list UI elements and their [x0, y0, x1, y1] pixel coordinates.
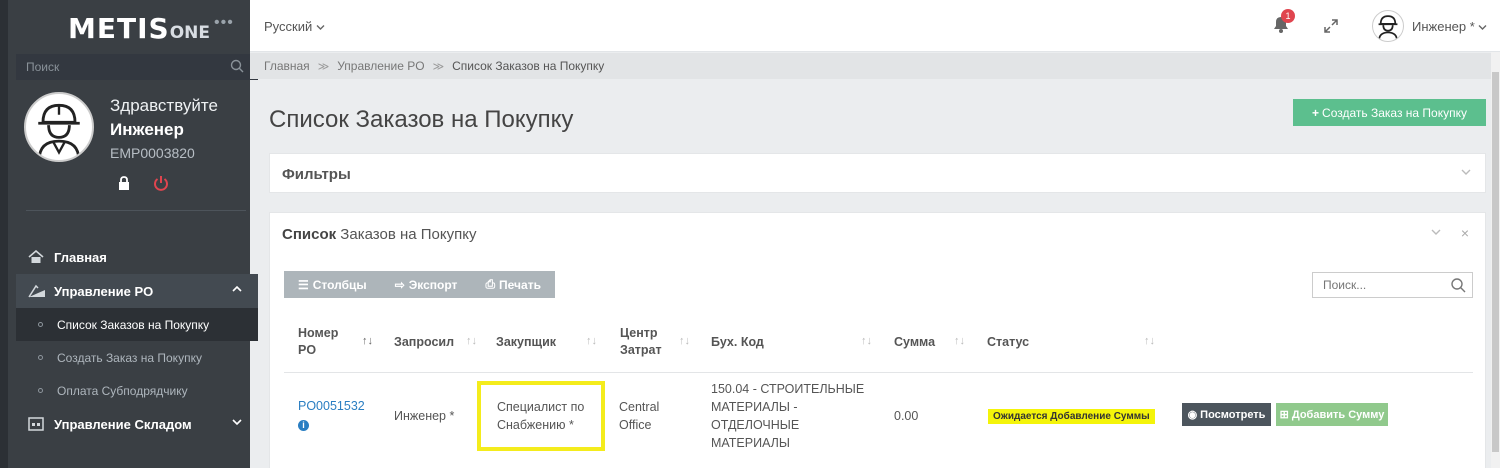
filters-title: Фильтры	[282, 166, 351, 183]
chevron-down-icon	[232, 419, 242, 426]
engineer-avatar-icon	[37, 103, 81, 160]
status-badge: Ожидается Добавление Суммы	[988, 409, 1155, 424]
close-icon[interactable]: ×	[1461, 225, 1469, 241]
create-po-button[interactable]: + Создать Заказ на Покупку	[1293, 99, 1486, 126]
warehouse-icon	[28, 417, 46, 431]
sort-icon[interactable]: ↑↓	[679, 335, 690, 347]
profile-card: Здравствуйте Инженер EMP0003820	[16, 84, 258, 214]
greeting: Здравствуйте	[110, 96, 218, 115]
filters-panel[interactable]: Фильтры	[269, 153, 1486, 193]
sidebar-item-label: Управление PO	[54, 283, 154, 299]
info-icon[interactable]: i	[298, 420, 309, 431]
sidebar-search-placeholder: Поиск	[26, 60, 60, 74]
header-po-number[interactable]: Номер PO	[298, 311, 344, 373]
sort-icon[interactable]: ↑↓	[954, 335, 965, 347]
table-row: PO0051532 i	[298, 397, 365, 433]
chevron-down-icon	[1478, 25, 1487, 30]
power-icon[interactable]	[153, 175, 169, 191]
sidebar-nav: Главная Управление PO Список Заказов на …	[16, 240, 258, 441]
export-icon: ⇨	[394, 277, 405, 292]
sidebar-item-warehouse[interactable]: Управление Складом	[16, 407, 258, 441]
sort-icon[interactable]: ↑↓	[861, 335, 872, 347]
notification-badge: 1	[1281, 9, 1295, 23]
chevron-down-icon[interactable]	[1431, 228, 1441, 236]
chevron-down-icon	[316, 25, 325, 30]
sidebar-item-label: Управление Складом	[54, 416, 192, 432]
breadcrumb: Главная ≫ Управление PO ≫ Список Заказов…	[250, 53, 1500, 79]
po-number-link[interactable]: PO0051532	[298, 399, 365, 413]
scrollbar-thumb[interactable]	[1492, 72, 1499, 452]
table-search-input[interactable]	[1313, 273, 1443, 297]
engineer-avatar-icon	[1378, 15, 1398, 41]
sidebar-item-home[interactable]: Главная	[16, 240, 258, 274]
profile-name: Инженер	[110, 120, 184, 139]
header-account-code[interactable]: Бух. Код	[711, 311, 764, 373]
sort-icon[interactable]: ↑↓	[466, 335, 477, 347]
search-icon[interactable]	[1451, 278, 1466, 293]
sort-icon[interactable]: ↑↓	[586, 335, 597, 347]
chevron-up-icon	[232, 285, 242, 292]
sidebar-subitem-create-po[interactable]: Создать Заказ на Покупку	[16, 341, 258, 374]
plus-square-icon: ⊞	[1279, 409, 1289, 421]
breadcrumb-home[interactable]: Главная	[264, 59, 310, 73]
sort-icon[interactable]: ↑↓	[362, 335, 373, 347]
header-status[interactable]: Статус	[987, 311, 1029, 373]
print-button[interactable]: ⎙ Печать	[471, 271, 555, 298]
employee-id: EMP0003820	[110, 145, 195, 161]
cell-cost-center: Central Office	[619, 400, 660, 432]
cell-requested-by: Инженер *	[394, 409, 455, 423]
breadcrumb-separator-icon: ≫	[432, 60, 445, 73]
buyer-highlight-box	[477, 381, 605, 451]
breadcrumb-po-management[interactable]: Управление PO	[337, 59, 424, 73]
language-selector[interactable]: Русский	[264, 19, 325, 34]
po-list-panel: Список Заказов на Покупку × ☰ Столбцы ⇨ Эк…	[269, 212, 1486, 468]
sidebar-search[interactable]: Поиск	[16, 54, 258, 80]
columns-icon: ☰	[298, 277, 309, 292]
chevron-down-icon[interactable]	[1461, 168, 1471, 176]
search-icon[interactable]	[230, 59, 244, 73]
page-title: Список Заказов на Покупку	[269, 106, 574, 133]
sidebar-subitem-po-list[interactable]: Список Заказов на Покупку	[16, 308, 258, 341]
table-toolbar: ☰ Столбцы ⇨ Экспорт ⎙ Печать	[284, 271, 555, 298]
header-buyer[interactable]: Закупщик	[496, 311, 556, 373]
cell-amount: 0.00	[894, 409, 919, 423]
view-button[interactable]: ◉ Посмотреть	[1182, 403, 1271, 426]
breadcrumb-separator-icon: ≫	[317, 60, 330, 73]
lock-icon[interactable]	[118, 176, 130, 190]
breadcrumb-current: Список Заказов на Покупку	[452, 59, 605, 73]
eye-icon: ◉	[1187, 409, 1198, 421]
header-requested-by[interactable]: Запросил	[394, 311, 454, 373]
user-menu[interactable]: Инженер *	[1412, 19, 1487, 34]
fullscreen-icon[interactable]	[1324, 19, 1338, 33]
home-icon	[28, 250, 46, 264]
plus-icon: +	[1312, 105, 1320, 120]
logo-bar: METISONE •••	[8, 0, 250, 52]
page-scrollbar[interactable]	[1491, 52, 1500, 468]
table-header: Номер PO ↑↓ Запросил ↑↓ Закупщик ↑↓ Цент…	[284, 311, 1473, 373]
user-avatar[interactable]	[1372, 10, 1404, 42]
export-button[interactable]: ⇨ Экспорт	[381, 271, 472, 298]
header-cost-center[interactable]: Центр Затрат	[620, 311, 670, 373]
avatar	[24, 92, 94, 162]
cell-account-code: 150.04 - СТРОИТЕЛЬНЫЕ МАТЕРИАЛЫ - ОТДЕЛО…	[711, 382, 865, 450]
sidebar-item-po-management[interactable]: Управление PO	[16, 274, 258, 308]
app-logo[interactable]: METISONE	[68, 12, 210, 45]
add-sum-button[interactable]: ⊞ Добавить Сумму	[1276, 403, 1388, 426]
header-amount[interactable]: Сумма	[894, 311, 935, 373]
sidebar-divider	[26, 210, 246, 211]
list-panel-title: Список Заказов на Покупку	[282, 226, 477, 243]
po-icon	[28, 284, 46, 298]
sidebar-item-label: Главная	[54, 249, 107, 265]
sidebar-subitem-subcontractor-payment[interactable]: Оплата Субподрядчику	[16, 374, 258, 407]
more-dots-icon[interactable]: •••	[214, 14, 234, 32]
table-search	[1312, 272, 1473, 298]
print-icon: ⎙	[485, 277, 496, 291]
columns-button[interactable]: ☰ Столбцы	[284, 271, 381, 298]
sidebar: METISONE ••• Поиск Здравствуйте Инженер …	[0, 0, 258, 468]
sort-icon[interactable]: ↑↓	[1144, 335, 1155, 347]
top-bar: Русский 1 Инженер *	[250, 0, 1500, 52]
